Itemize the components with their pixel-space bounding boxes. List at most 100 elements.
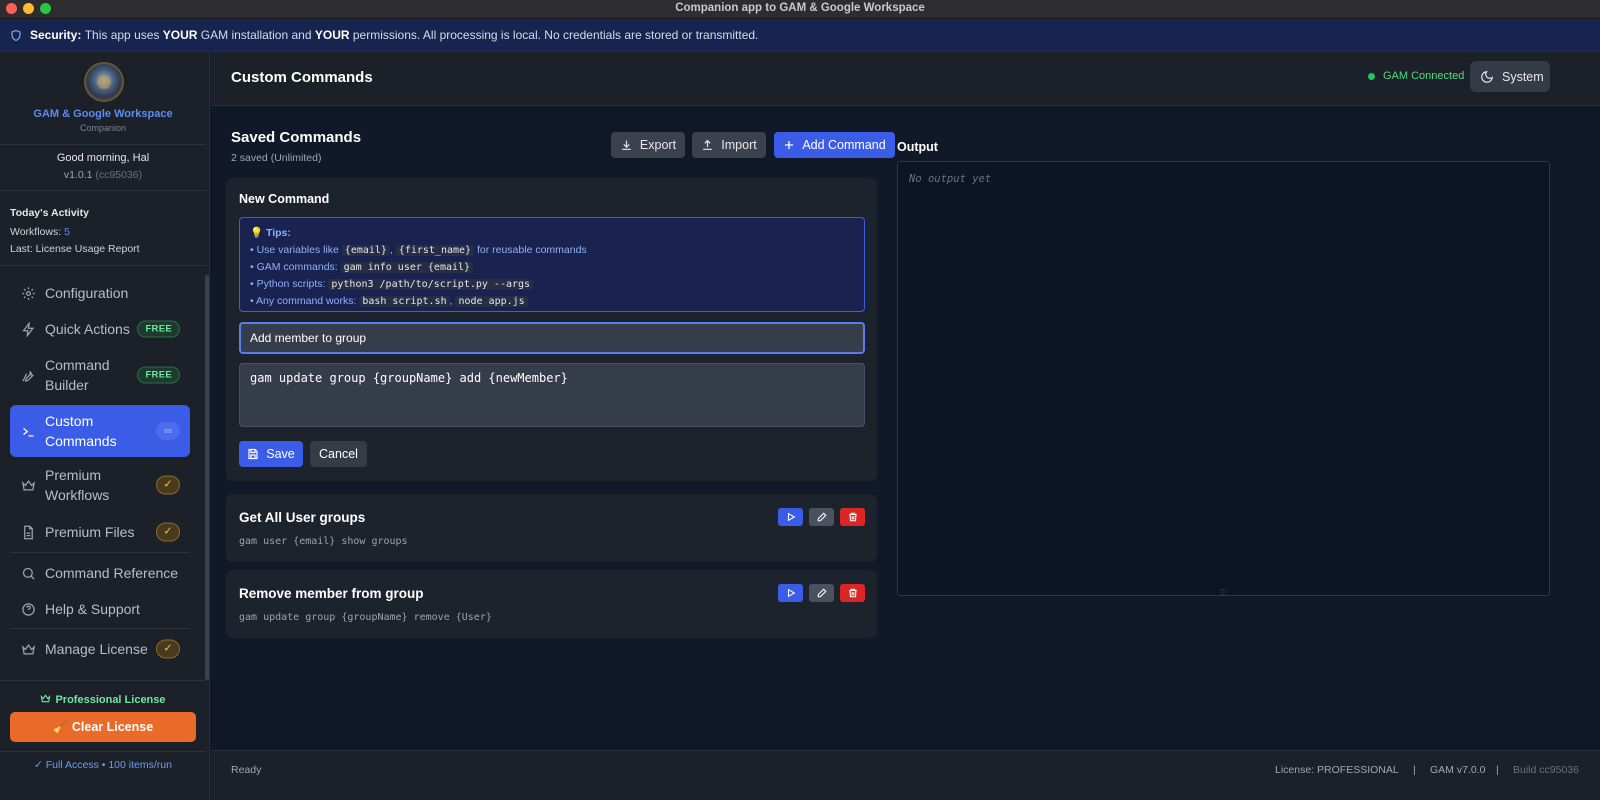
delete-button[interactable] xyxy=(840,508,865,526)
check-badge: ✓ xyxy=(156,639,180,659)
activity-workflows-label: Workflows: xyxy=(10,226,62,238)
theme-toggle-label: System xyxy=(1502,69,1544,84)
gear-icon xyxy=(22,286,35,300)
app-version: v1.0.1 (cc95036) xyxy=(0,169,206,181)
sidebar-item-command-reference[interactable]: Command Reference xyxy=(10,556,190,590)
cancel-button[interactable]: Cancel xyxy=(310,441,367,467)
save-button[interactable]: Save xyxy=(239,441,303,467)
app-logo xyxy=(84,62,124,102)
gam-status: GAM Connected xyxy=(1383,70,1465,82)
add-command-button[interactable]: Add Command xyxy=(774,132,895,158)
saved-command-card: Get All User groups gam user {email} sho… xyxy=(226,494,877,562)
sidebar-item-label: Premium Files xyxy=(45,524,135,540)
divider xyxy=(10,552,190,553)
divider xyxy=(0,680,206,681)
status-dot xyxy=(1368,73,1375,80)
tip-text: for reusable commands xyxy=(474,244,587,256)
sidebar-item-premium-files[interactable]: Premium Files ✓ xyxy=(10,515,190,549)
tip-item: • Python scripts: python3 /path/to/scrip… xyxy=(250,276,854,293)
tip-item: • Use variables like {email}, {first_nam… xyxy=(250,244,587,256)
export-label: Export xyxy=(639,138,677,152)
window-titlebar: Companion app to GAM & Google Workspace xyxy=(0,0,1600,19)
tip-code: {first_name} xyxy=(395,245,475,256)
tips-heading: 💡 Tips: xyxy=(250,227,291,239)
tip-item: • Any command works: bash script.sh, nod… xyxy=(250,293,854,310)
delete-button[interactable] xyxy=(840,584,865,602)
help-icon xyxy=(22,602,35,616)
tip-text: Use variables like xyxy=(256,244,342,256)
tip-code: node app.js xyxy=(455,296,528,307)
tip-code: bash script.sh xyxy=(359,296,450,307)
pencil-icon xyxy=(817,512,827,522)
activity-heading: Today's Activity xyxy=(10,207,89,219)
import-label: Import xyxy=(721,138,757,152)
sidebar-item-label: Premium Workflows xyxy=(45,467,110,503)
brand-title: GAM & Google Workspace xyxy=(33,108,173,120)
free-badge: FREE xyxy=(137,366,180,384)
security-em-1: YOUR xyxy=(162,28,198,42)
sidebar-item-custom-commands[interactable]: Custom Commands ∞ xyxy=(10,405,190,457)
theme-toggle-button[interactable]: System xyxy=(1470,61,1550,92)
sidebar-item-help-support[interactable]: Help & Support xyxy=(10,592,190,626)
activity-workflows: Workflows: 5 xyxy=(10,226,70,238)
export-button[interactable]: Export xyxy=(611,132,685,158)
sidebar-item-configuration[interactable]: Configuration xyxy=(10,276,190,310)
sidebar-item-label: Quick Actions xyxy=(45,321,130,337)
sidebar-item-command-builder[interactable]: Command Builder FREE xyxy=(10,352,190,398)
saved-command-card: Remove member from group gam update grou… xyxy=(226,570,877,638)
command-code: gam user {email} show groups xyxy=(239,536,408,547)
sidebar: GAM & Google Workspace Companion Good mo… xyxy=(0,52,210,800)
crown-icon xyxy=(21,643,36,654)
trash-icon xyxy=(848,512,857,522)
version-number: v1.0.1 xyxy=(63,169,93,181)
sidebar-item-label: Configuration xyxy=(45,285,129,301)
status-gam-version: GAM v7.0.0 xyxy=(1430,764,1486,776)
unlimited-badge: ∞ xyxy=(156,422,180,440)
terminal-icon xyxy=(23,427,34,436)
sidebar-item-label: Manage License xyxy=(45,641,148,657)
tip-item: • GAM commands: gam info user {email} xyxy=(250,259,854,276)
license-label: Professional License xyxy=(0,693,206,706)
tips-box: 💡 Tips: • Use variables like {email}, {f… xyxy=(239,217,865,312)
status-separator: | xyxy=(1413,764,1416,776)
command-name-input[interactable]: Add member to group xyxy=(239,322,865,354)
import-button[interactable]: Import xyxy=(692,132,766,158)
page-title: Custom Commands xyxy=(231,69,373,86)
save-label: Save xyxy=(266,447,295,461)
run-button[interactable] xyxy=(778,508,803,526)
sidebar-scrollbar[interactable] xyxy=(205,275,209,680)
search-icon xyxy=(22,567,35,580)
divider xyxy=(0,144,206,145)
moon-icon xyxy=(1481,70,1493,83)
upload-icon xyxy=(703,139,713,150)
greeting: Good morning, Hal xyxy=(56,152,150,164)
file-icon xyxy=(24,525,33,539)
output-placeholder: No output yet xyxy=(909,173,992,185)
security-text-1: This app uses xyxy=(84,28,160,42)
run-button[interactable] xyxy=(778,584,803,602)
check-badge: ✓ xyxy=(156,475,180,495)
free-badge: FREE xyxy=(137,320,180,338)
output-panel[interactable]: No output yet ⁞⁞⁞ xyxy=(897,161,1550,597)
sidebar-item-quick-actions[interactable]: Quick Actions FREE xyxy=(10,312,190,346)
security-em-2: YOUR xyxy=(314,28,350,42)
command-textarea[interactable]: gam update group {groupName} add {newMem… xyxy=(239,363,865,427)
check-badge: ✓ xyxy=(156,522,180,542)
full-access-text: ✓ Full Access • 100 items/run xyxy=(34,759,172,771)
divider xyxy=(10,628,190,629)
sidebar-item-premium-workflows[interactable]: Premium Workflows ✓ xyxy=(10,462,190,508)
sidebar-item-manage-license[interactable]: Manage License ✓ xyxy=(10,632,190,666)
security-label: Security: xyxy=(30,28,82,42)
output-heading: Output xyxy=(897,140,938,154)
status-ready: Ready xyxy=(231,764,262,776)
saved-commands-count: 2 saved (Unlimited) xyxy=(231,152,322,164)
status-bar: Ready License: PROFESSIONAL | GAM v7.0.0… xyxy=(211,750,1600,800)
resize-handle[interactable]: ⁞⁞⁞ xyxy=(1220,588,1227,597)
edit-button[interactable] xyxy=(809,584,834,602)
edit-button[interactable] xyxy=(809,508,834,526)
crown-icon xyxy=(21,479,36,490)
sidebar-item-label: Help & Support xyxy=(45,601,140,617)
plus-icon xyxy=(785,141,794,149)
sidebar-item-label: Command Reference xyxy=(45,565,179,581)
clear-license-button[interactable]: 🧹 Clear License xyxy=(10,712,196,742)
